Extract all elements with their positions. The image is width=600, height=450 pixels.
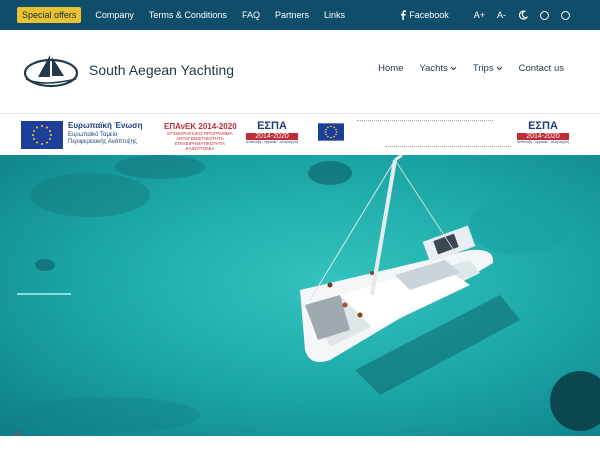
nav-contact[interactable]: Contact us — [519, 63, 564, 74]
epanek-title: ΕΠΑνΕΚ 2014-2020 — [164, 122, 237, 131]
logo[interactable] — [22, 49, 82, 96]
top-utility-bar: Special offers Company Terms & Condition… — [0, 0, 600, 30]
eu-subtitle-line2: Περιφερειακής Ανάπτυξης — [68, 139, 137, 145]
top-tools: Facebook A+ A- — [400, 0, 570, 30]
epanek-sub-4: ΚΑΙΝΟΤΟΜΙΑ — [185, 146, 215, 151]
facebook-label: Facebook — [409, 10, 449, 20]
contrast-toggle[interactable] — [540, 10, 549, 20]
top-link-links[interactable]: Links — [324, 10, 345, 20]
dark-mode-toggle[interactable] — [518, 10, 528, 20]
top-link-partners[interactable]: Partners — [275, 10, 309, 20]
epanek-logo: ΕΠΑνΕΚ 2014-2020 ΕΠΙΧΕΙΡΗΣΙΑΚΟ ΠΡΟΓΡΑΜΜΑ… — [164, 122, 237, 151]
espa-years: 2014-2020 — [246, 133, 298, 140]
site-header: South Aegean Yachting Home Yachts Trips … — [0, 30, 600, 114]
ring-icon — [561, 10, 570, 20]
fine-print-text — [357, 120, 493, 122]
espa-title: ΕΣΠΑ — [257, 120, 287, 132]
catamaran-aerial-photo — [0, 155, 600, 436]
espa-years: 2014-2020 — [517, 133, 569, 140]
main-nav: Home Yachts Trips Contact us — [362, 63, 564, 74]
nav-home[interactable]: Home — [378, 63, 403, 74]
eu-title: Ευρωπαϊκή Ένωση — [68, 121, 143, 130]
espa-title: ΕΣΠΑ — [528, 120, 558, 132]
ring-icon — [540, 10, 549, 20]
special-offers-button[interactable]: Special offers — [17, 7, 82, 23]
funding-banner[interactable]: Ευρωπαϊκή Ένωση Ευρωπαϊκό Ταμείο Περιφερ… — [21, 118, 572, 154]
facebook-link[interactable]: Facebook — [400, 10, 449, 20]
nav-contact-label: Contact us — [518, 63, 564, 74]
nav-home-label: Home — [378, 63, 404, 74]
font-increase-button[interactable]: A+ — [474, 10, 485, 20]
font-decrease-button[interactable]: A- — [497, 10, 506, 20]
brand-name[interactable]: South Aegean Yachting — [89, 62, 234, 78]
top-links: Special offers Company Terms & Condition… — [0, 0, 360, 30]
top-link-company[interactable]: Company — [95, 10, 134, 20]
moon-icon — [518, 10, 528, 20]
hero-caption-divider — [17, 293, 71, 295]
nav-yachts-label: Yachts — [419, 63, 448, 74]
nav-trips-label: Trips — [472, 63, 494, 74]
espa-logo: ΕΣΠΑ 2014-2020 ανάπτυξη - εργασία - αλλη… — [517, 120, 569, 144]
espa-motto: ανάπτυξη - εργασία - αλληλεγγύη — [246, 140, 298, 144]
eu-flag-icon — [318, 123, 344, 141]
eu-subtitle: Ευρωπαϊκό Ταμείο Περιφερειακής Ανάπτυξης — [68, 132, 137, 146]
chevron-down-icon — [450, 66, 457, 71]
top-link-terms[interactable]: Terms & Conditions — [149, 10, 227, 20]
espa-motto: ανάπτυξη - εργασία - αλληλεγγύη — [517, 140, 569, 144]
chevron-down-icon — [496, 66, 502, 71]
facebook-icon — [401, 10, 407, 20]
espa-logo: ΕΣΠΑ 2014-2020 ανάπτυξη - εργασία - αλλη… — [246, 120, 298, 144]
hero-image — [0, 155, 600, 436]
eu-subtitle-line1: Ευρωπαϊκό Ταμείο — [68, 132, 118, 138]
top-link-faq[interactable]: FAQ — [242, 10, 260, 20]
nav-yachts[interactable]: Yachts — [419, 63, 457, 74]
grayscale-toggle[interactable] — [561, 10, 570, 20]
fine-print-text — [385, 146, 511, 148]
eu-flag-icon — [21, 121, 63, 149]
nav-trips[interactable]: Trips — [473, 63, 503, 74]
slider-indicator[interactable] — [14, 431, 22, 435]
